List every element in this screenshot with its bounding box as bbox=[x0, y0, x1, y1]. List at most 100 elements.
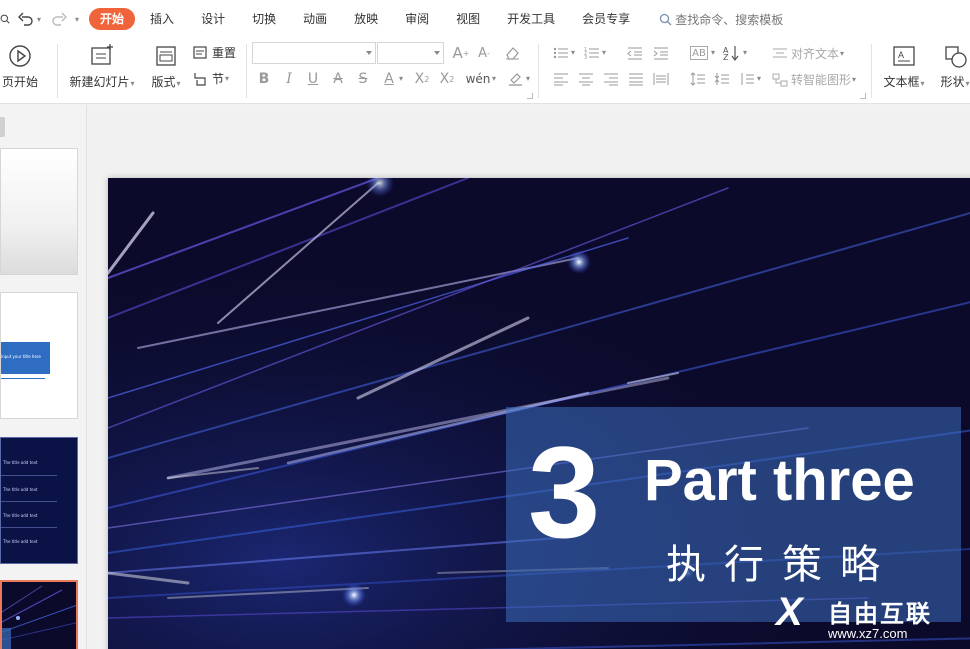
superscript-icon[interactable]: X2 bbox=[412, 69, 432, 89]
reset-button[interactable]: 重置 bbox=[193, 44, 236, 61]
layout-button[interactable]: 版式▾ bbox=[146, 44, 186, 90]
font-size-dropdown-icon bbox=[434, 51, 440, 55]
justify-icon[interactable] bbox=[626, 69, 646, 89]
print-preview-icon[interactable] bbox=[0, 9, 10, 29]
bullets-icon[interactable] bbox=[551, 43, 571, 63]
numbering-dropdown-icon[interactable]: ▾ bbox=[602, 48, 606, 57]
tab-animation[interactable]: 动画 bbox=[291, 8, 339, 30]
increase-indent-icon[interactable] bbox=[651, 43, 671, 63]
new-slide-label: 新建幻灯片 bbox=[69, 75, 130, 89]
shadow-icon[interactable]: S bbox=[353, 69, 373, 89]
text-direction-icon[interactable]: AB bbox=[690, 46, 708, 60]
new-slide-button[interactable]: 新建幻灯片▾ bbox=[66, 44, 138, 90]
section-dropdown-icon[interactable]: ▾ bbox=[225, 74, 229, 83]
slide-thumbnail-3[interactable]: The title add text The title add text Th… bbox=[0, 437, 78, 564]
font-dialog-launcher[interactable] bbox=[527, 93, 533, 99]
subscript-icon[interactable]: X2 bbox=[437, 69, 457, 89]
layout-label: 版式 bbox=[151, 75, 176, 89]
align-right-icon[interactable] bbox=[601, 69, 621, 89]
customize-toolbar-icon[interactable]: ▾ bbox=[75, 15, 79, 24]
align-text-button[interactable]: 对齐文本 ▾ bbox=[772, 45, 844, 62]
tab-insert[interactable]: 插入 bbox=[138, 8, 186, 30]
watermark-url: www.xz7.com bbox=[828, 626, 908, 641]
play-from-start-label: 页开始 bbox=[1, 75, 38, 89]
tab-home[interactable]: 开始 bbox=[89, 8, 136, 30]
columns-icon[interactable] bbox=[737, 69, 757, 89]
align-text-icon bbox=[773, 48, 787, 57]
thumb-list-item: The title add text bbox=[3, 539, 38, 544]
play-icon bbox=[9, 45, 31, 67]
convert-smartart-button[interactable]: 转智能图形 ▾ bbox=[772, 71, 856, 88]
font-color-icon[interactable]: A bbox=[379, 69, 399, 89]
shape-dropdown-icon[interactable]: ▾ bbox=[966, 79, 970, 88]
convert-smartart-label: 转智能图形 bbox=[791, 73, 852, 87]
play-from-start-button[interactable]: 页开始 bbox=[0, 44, 44, 90]
convert-smartart-dropdown-icon[interactable]: ▾ bbox=[852, 75, 856, 84]
thumb-streaks bbox=[2, 585, 76, 641]
text-direction-dropdown-icon[interactable]: ▾ bbox=[711, 48, 715, 57]
command-search[interactable]: 查找命令、搜索模板 bbox=[659, 11, 783, 28]
thumb-divider bbox=[1, 475, 57, 476]
section-title: Part three bbox=[644, 448, 915, 513]
distribute-icon[interactable] bbox=[651, 69, 671, 89]
section-button[interactable]: 节 ▾ bbox=[193, 70, 229, 87]
highlight-dropdown-icon[interactable]: ▾ bbox=[526, 74, 530, 83]
highlight-icon[interactable] bbox=[505, 69, 525, 89]
slide-canvas-area: 3 Part three 执行策略 bbox=[88, 105, 970, 649]
columns-dropdown-icon[interactable]: ▾ bbox=[757, 74, 761, 83]
undo-dropdown-icon[interactable]: ▾ bbox=[37, 15, 41, 24]
pinyin-dropdown-icon[interactable]: ▾ bbox=[492, 74, 496, 83]
font-color-dropdown-icon[interactable]: ▾ bbox=[399, 74, 403, 83]
bold-icon[interactable]: B bbox=[254, 69, 274, 89]
strikethrough-icon[interactable]: A bbox=[328, 69, 348, 89]
tab-design[interactable]: 设计 bbox=[189, 8, 237, 30]
italic-icon[interactable]: I bbox=[279, 69, 299, 89]
line-spacing-icon[interactable] bbox=[688, 69, 708, 89]
slide-thumbnail-4[interactable] bbox=[0, 580, 78, 649]
pinyin-icon[interactable]: wén bbox=[466, 69, 491, 89]
decrease-indent-icon[interactable] bbox=[625, 43, 645, 63]
divider bbox=[57, 44, 58, 98]
slide-thumbnail-1[interactable] bbox=[0, 148, 78, 275]
new-slide-dropdown-icon[interactable]: ▾ bbox=[131, 79, 135, 88]
section-icon bbox=[194, 72, 206, 86]
sort-dropdown-icon[interactable]: ▾ bbox=[743, 48, 747, 57]
tab-slideshow[interactable]: 放映 bbox=[342, 8, 390, 30]
divider bbox=[871, 44, 872, 98]
underline-icon[interactable]: U bbox=[303, 69, 323, 89]
thumb-list-item: The title add text bbox=[3, 513, 38, 518]
current-slide[interactable]: 3 Part three 执行策略 bbox=[108, 178, 970, 649]
font-name-select[interactable] bbox=[252, 42, 376, 64]
slide-thumbnail-2[interactable]: input your title here bbox=[0, 292, 78, 419]
paragraph-spacing-icon[interactable] bbox=[712, 69, 732, 89]
numbering-icon[interactable]: 123 bbox=[582, 43, 602, 63]
thumb-divider bbox=[1, 527, 57, 528]
clear-format-icon[interactable] bbox=[502, 43, 522, 63]
tab-member[interactable]: 会员专享 bbox=[570, 8, 642, 30]
ribbon-tabs: 开始 插入 设计 切换 动画 放映 审阅 视图 开发工具 会员专享 bbox=[89, 8, 645, 30]
pane-collapse-handle[interactable] bbox=[0, 117, 5, 137]
undo-icon[interactable] bbox=[16, 9, 36, 29]
bullets-dropdown-icon[interactable]: ▾ bbox=[571, 48, 575, 57]
tab-view[interactable]: 视图 bbox=[444, 8, 492, 30]
textbox-dropdown-icon[interactable]: ▾ bbox=[921, 79, 925, 88]
align-text-dropdown-icon[interactable]: ▾ bbox=[840, 49, 844, 58]
align-left-icon[interactable] bbox=[551, 69, 571, 89]
watermark-brand: 自由互联 bbox=[828, 600, 932, 628]
font-shrink-icon[interactable]: A- bbox=[474, 43, 494, 63]
tab-transition[interactable]: 切换 bbox=[240, 8, 288, 30]
textbox-button[interactable]: A 文本框▾ bbox=[879, 44, 929, 90]
smartart-icon bbox=[772, 73, 788, 86]
tab-developer[interactable]: 开发工具 bbox=[495, 8, 567, 30]
paragraph-dialog-launcher[interactable] bbox=[860, 93, 866, 99]
font-size-select[interactable] bbox=[377, 42, 444, 64]
align-center-icon[interactable] bbox=[576, 69, 596, 89]
shape-button[interactable]: 形状▾ bbox=[935, 44, 970, 90]
layout-dropdown-icon[interactable]: ▾ bbox=[177, 79, 181, 88]
shape-icon bbox=[945, 46, 967, 68]
reset-label: 重置 bbox=[212, 46, 237, 60]
tab-review[interactable]: 审阅 bbox=[393, 8, 441, 30]
redo-icon[interactable] bbox=[49, 9, 69, 29]
font-grow-icon[interactable]: A + bbox=[451, 43, 471, 63]
sort-icon[interactable]: AZ bbox=[722, 43, 742, 63]
